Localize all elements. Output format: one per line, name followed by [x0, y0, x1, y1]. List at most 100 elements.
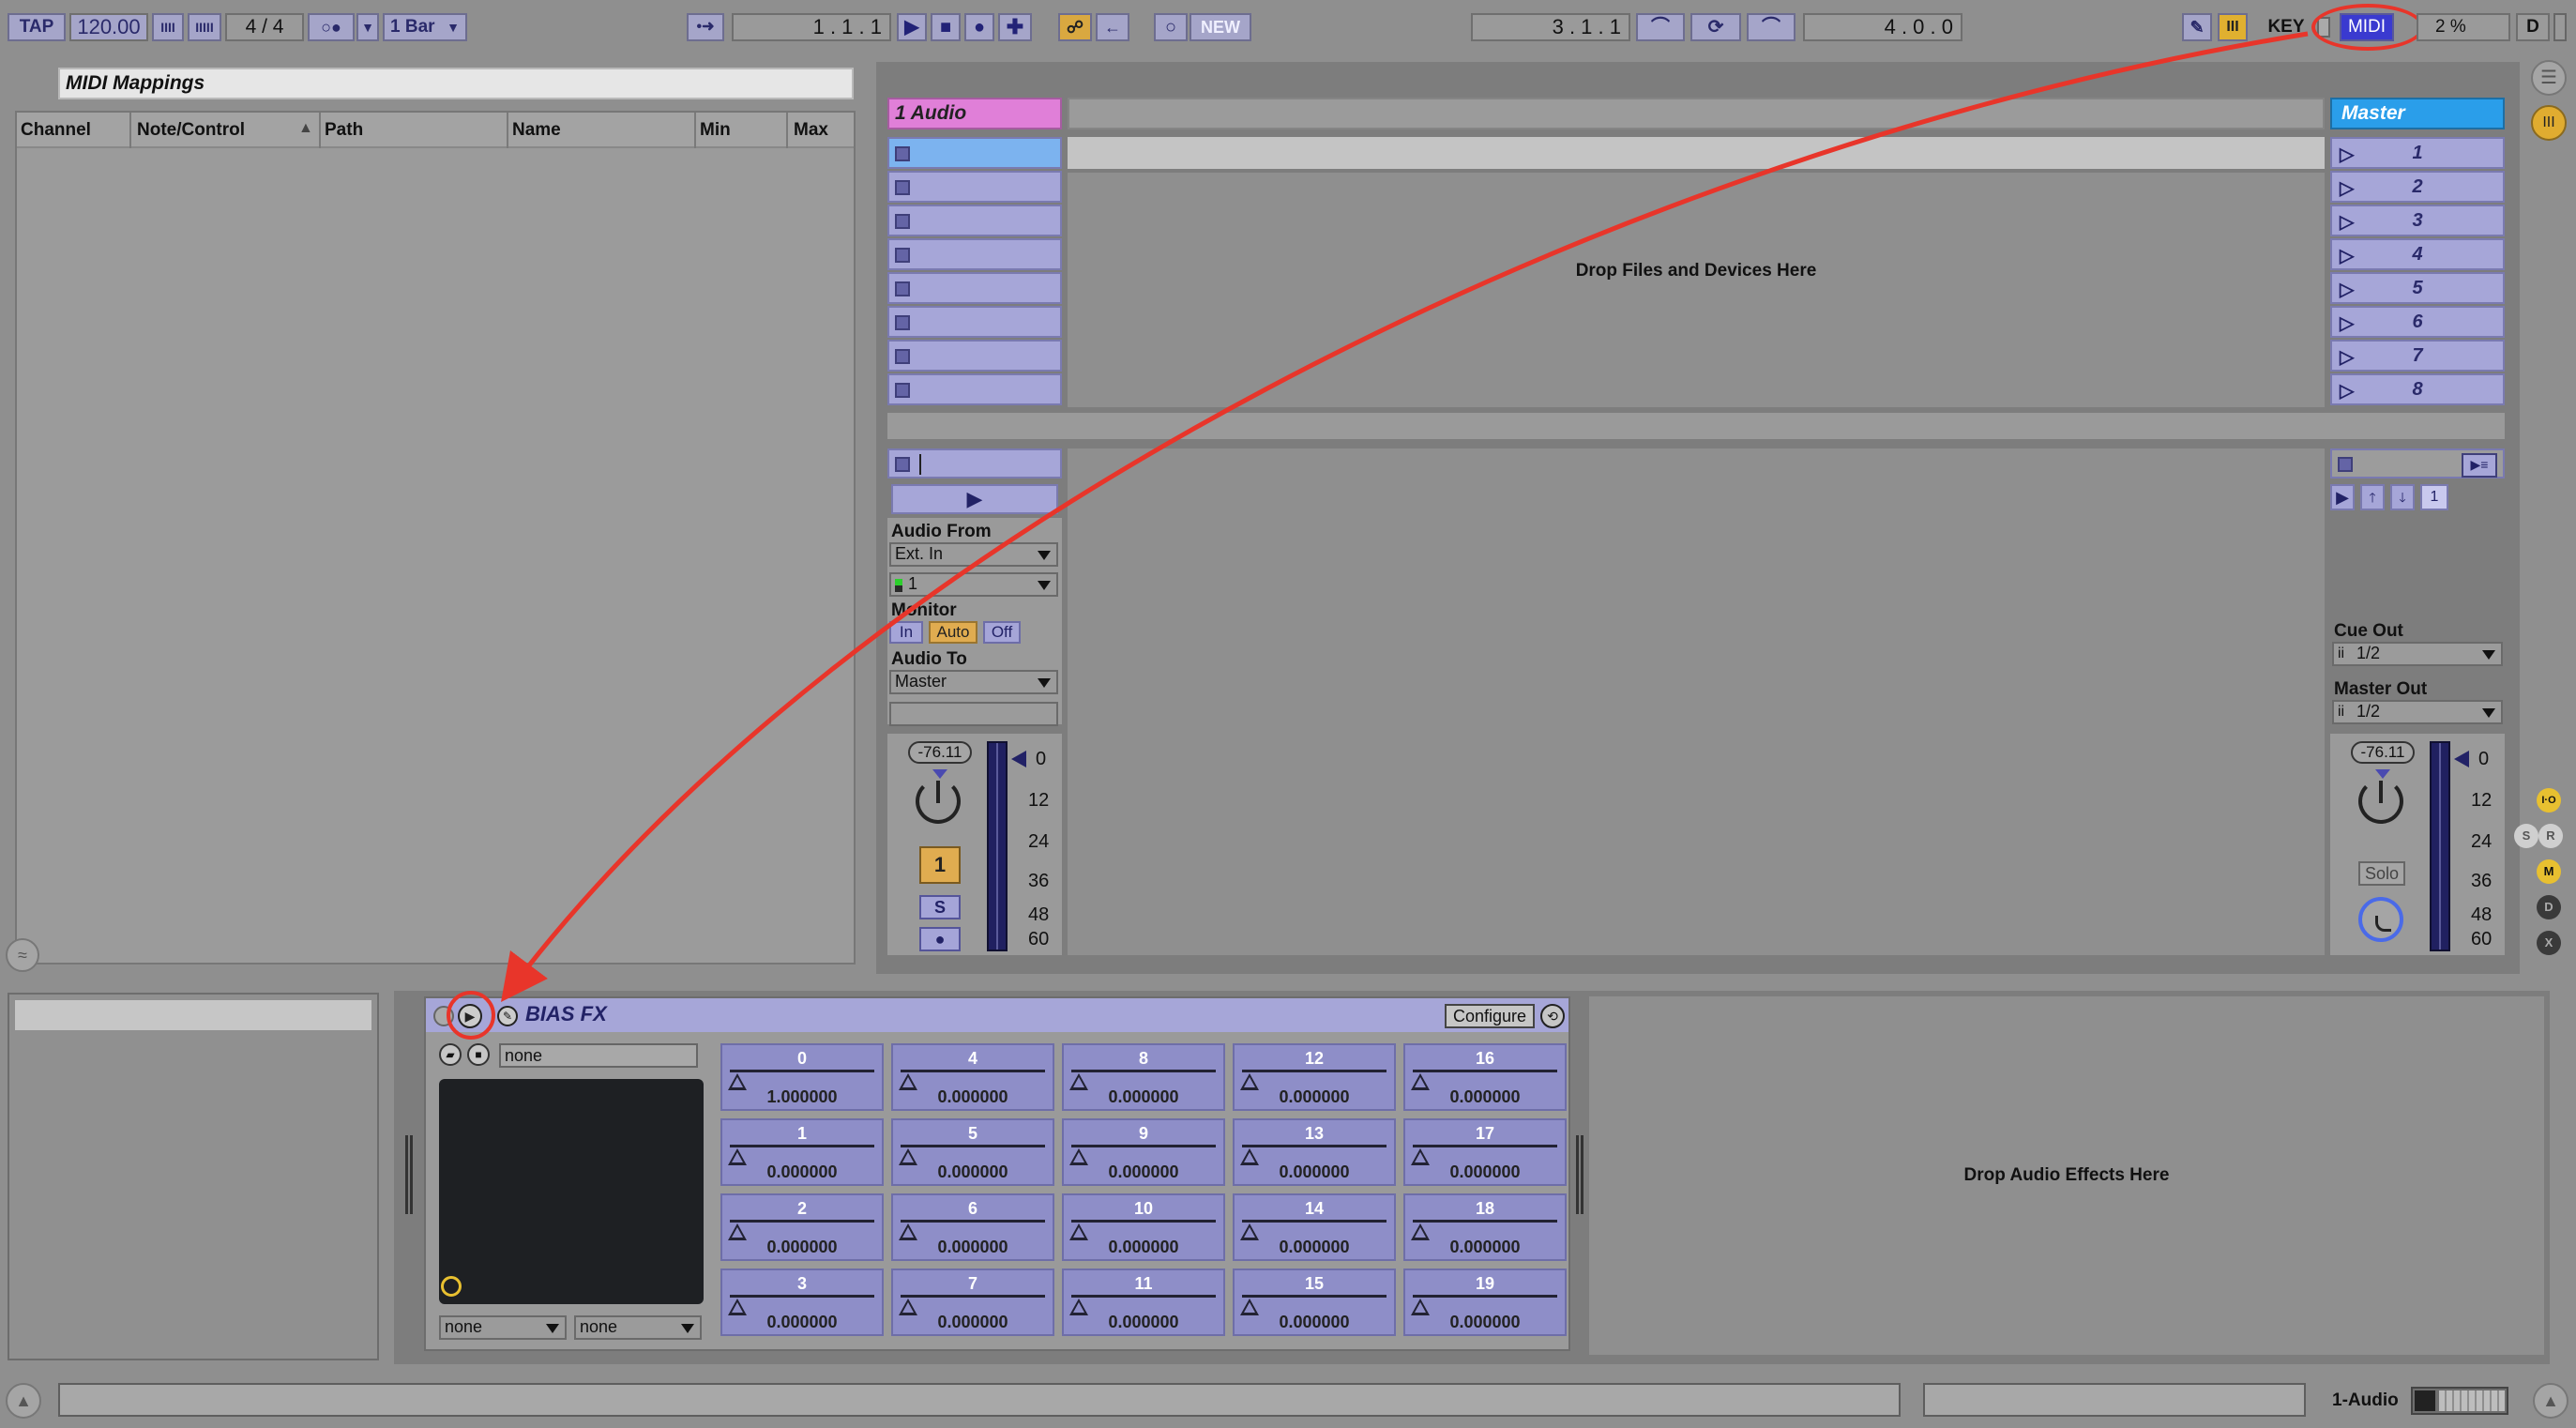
macro-knob[interactable]: 7 0.000000 [891, 1268, 1054, 1336]
scene-launcher[interactable]: ▷ 1 [2330, 137, 2505, 169]
preset-field[interactable]: none [499, 1043, 698, 1068]
drop-files-area[interactable] [1068, 173, 2325, 407]
column-max[interactable]: Max [794, 120, 850, 141]
io-toggle-icon[interactable]: I·O [2537, 788, 2561, 813]
macro-knob[interactable]: 8 0.000000 [1062, 1043, 1225, 1111]
master-play-icon[interactable]: ▶ [2330, 484, 2355, 510]
preset-folder-icon[interactable]: ▰ [439, 1043, 462, 1066]
time-signature-field[interactable]: 4 / 4 [225, 13, 304, 41]
device-drag-handle-right[interactable] [1576, 1135, 1583, 1214]
macro-knob[interactable]: 1 0.000000 [720, 1118, 884, 1186]
re-enable-automation-button[interactable]: ← [1096, 13, 1129, 41]
macro-knob[interactable]: 9 0.000000 [1062, 1118, 1225, 1186]
scene-launcher[interactable]: ▷ 3 [2330, 205, 2505, 236]
monitor-auto-button[interactable]: Auto [929, 621, 977, 644]
hamburger-menu-icon[interactable]: ☰ [2531, 60, 2567, 96]
scene-launcher[interactable]: ▷ 7 [2330, 340, 2505, 372]
column-name[interactable]: Name [512, 120, 653, 141]
scene-launcher[interactable]: ▷ 6 [2330, 306, 2505, 338]
mixer-toggle-icon[interactable]: M [2537, 859, 2561, 884]
stop-all-icon[interactable] [895, 457, 910, 472]
column-channel[interactable]: Channel [21, 120, 133, 141]
clip-slot[interactable] [887, 205, 1062, 236]
nudge-down-button[interactable]: IIII [152, 13, 184, 41]
play-button[interactable]: ▶ [897, 13, 927, 41]
session-view-icon[interactable]: III [2531, 105, 2567, 141]
macro-knob[interactable]: 17 0.000000 [1403, 1118, 1567, 1186]
pan-knob-icon[interactable] [916, 779, 961, 824]
clip-stop-icon[interactable] [895, 349, 910, 364]
track-play-button[interactable]: ▶ [891, 484, 1058, 514]
audio-track-title[interactable]: 1 Audio [887, 98, 1062, 129]
preset-save-icon[interactable]: ■ [467, 1043, 490, 1066]
device-options-icon[interactable]: ⟲ [1540, 1004, 1565, 1028]
xy-x-dropdown[interactable]: none [439, 1315, 567, 1340]
scene-count-field[interactable]: 1 [2420, 484, 2448, 510]
master-track-title[interactable]: Master [2330, 98, 2505, 129]
track-overview[interactable] [2411, 1387, 2508, 1415]
follow-button[interactable]: •➜ [687, 13, 724, 41]
returns-toggle-icon[interactable]: R [2538, 824, 2563, 848]
output-channel-field[interactable] [889, 702, 1058, 726]
delay-toggle-icon[interactable]: D [2537, 895, 2561, 919]
xy-pad-handle-icon[interactable] [441, 1276, 462, 1297]
groove-pool-icon[interactable]: ≈ [6, 938, 39, 972]
column-note-control[interactable]: Note/Control [137, 120, 296, 141]
arrangement-position-field[interactable]: 1 . 1 . 1 [732, 13, 891, 41]
clip-stop-icon[interactable] [895, 383, 910, 398]
clip-stop-icon[interactable] [895, 146, 910, 161]
macro-knob[interactable]: 18 0.000000 [1403, 1193, 1567, 1261]
session-record-button[interactable]: ○ [1154, 13, 1188, 41]
macro-knob[interactable]: 11 0.000000 [1062, 1268, 1225, 1336]
info-view-toggle-icon[interactable]: ▲ [6, 1383, 41, 1419]
xy-y-dropdown[interactable]: none [574, 1315, 702, 1340]
track-stop-row[interactable] [887, 448, 1062, 479]
clip-stop-icon[interactable] [895, 281, 910, 296]
arm-button[interactable]: ● [919, 927, 961, 951]
master-stop-all-button[interactable]: ▶≡ [2330, 448, 2505, 479]
tempo-field[interactable]: 120.00 [69, 13, 148, 41]
scene-up-icon[interactable]: 🡑 [2360, 484, 2385, 510]
clip-slot[interactable] [887, 238, 1062, 270]
macro-knob[interactable]: 6 0.000000 [891, 1193, 1054, 1261]
clip-slot[interactable] [887, 171, 1062, 203]
scene-launcher[interactable]: ▷ 4 [2330, 238, 2505, 270]
sends-toggle-icon[interactable]: S [2514, 824, 2538, 848]
macro-knob[interactable]: 19 0.000000 [1403, 1268, 1567, 1336]
clip-stop-icon[interactable] [895, 214, 910, 229]
macro-knob[interactable]: 12 0.000000 [1233, 1043, 1396, 1111]
macro-knob[interactable]: 0 1.000000 [720, 1043, 884, 1111]
scene-launcher[interactable]: ▷ 8 [2330, 373, 2505, 405]
quantize-dropdown[interactable]: 1 Bar ▼ [383, 13, 467, 41]
stop-button[interactable]: ■ [931, 13, 961, 41]
input-channel-dropdown[interactable]: 1 [889, 572, 1058, 597]
loop-length-field[interactable]: 4 . 0 . 0 [1803, 13, 1962, 41]
crossfade-icon[interactable]: ▶≡ [2462, 453, 2497, 478]
record-button[interactable]: ● [964, 13, 994, 41]
macro-knob[interactable]: 16 0.000000 [1403, 1043, 1567, 1111]
macro-knob[interactable]: 3 0.000000 [720, 1268, 884, 1336]
plugin-settings-icon[interactable]: ✎ [497, 1006, 518, 1026]
track-activator-button[interactable]: 1 [919, 846, 961, 884]
monitor-off-button[interactable]: Off [983, 621, 1021, 644]
configure-button[interactable]: Configure [1445, 1004, 1535, 1028]
audio-to-dropdown[interactable]: Master [889, 670, 1058, 694]
monitor-in-button[interactable]: In [889, 621, 923, 644]
metronome-button[interactable]: ○● [308, 13, 355, 41]
volume-fader-icon[interactable] [1011, 751, 1026, 767]
scene-launcher[interactable]: ▷ 5 [2330, 272, 2505, 304]
clip-slot[interactable] [887, 137, 1062, 169]
punch-in-button[interactable]: ⌒ [1636, 13, 1685, 41]
master-out-dropdown[interactable]: ii 1/2 [2332, 700, 2503, 724]
master-volume-fader-icon[interactable] [2454, 751, 2469, 767]
tap-button[interactable]: TAP [8, 13, 66, 41]
macro-knob[interactable]: 14 0.000000 [1233, 1193, 1396, 1261]
cue-volume-knob-icon[interactable] [2358, 897, 2403, 942]
detail-view-toggle-icon[interactable]: ▲ [2533, 1383, 2568, 1419]
column-path[interactable]: Path [325, 120, 465, 141]
crossfader-toggle-icon[interactable]: X [2537, 931, 2561, 955]
clip-slot[interactable] [887, 340, 1062, 372]
punch-out-button[interactable]: ⌒ [1747, 13, 1796, 41]
loop-switch-button[interactable]: ⟳ [1690, 13, 1741, 41]
loop-start-field[interactable]: 3 . 1 . 1 [1471, 13, 1630, 41]
